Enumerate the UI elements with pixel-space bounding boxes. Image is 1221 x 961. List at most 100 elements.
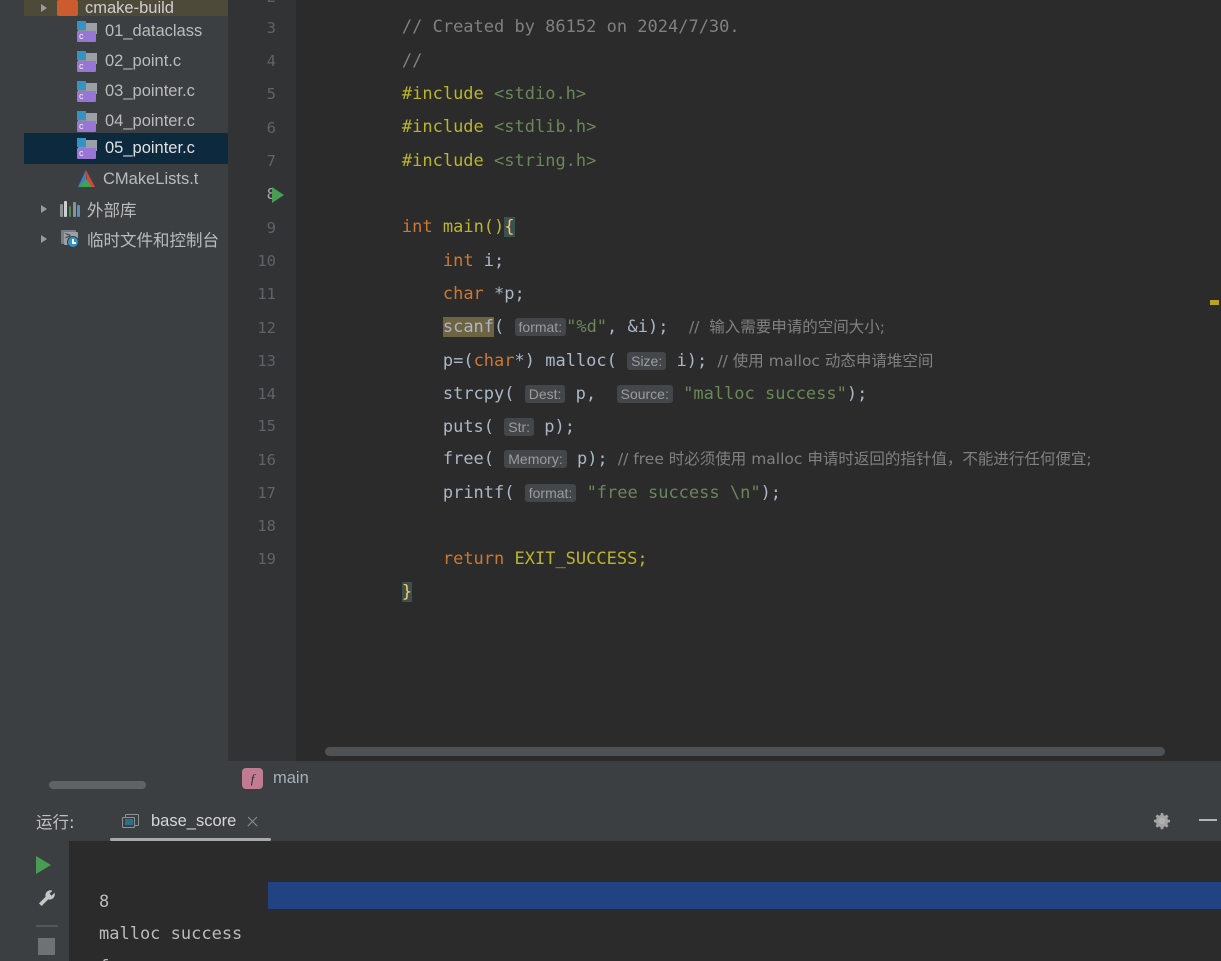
line-number: 8 [266, 185, 276, 203]
run-tool-window-header: 运行: base_score [24, 800, 1221, 841]
parameter-hint: Source: [616, 385, 673, 404]
code-token-function: printf( [442, 483, 525, 504]
line-number: 13 [257, 352, 276, 370]
console-line: free success [99, 951, 222, 961]
line-number: 10 [257, 252, 276, 270]
code-token-constant: EXIT_SUCCESS; [504, 549, 648, 570]
minimize-icon[interactable] [1199, 819, 1217, 821]
line-number: 4 [266, 52, 276, 70]
tree-row-label: 02_point.c [105, 51, 182, 70]
toolbar-separator [36, 925, 58, 927]
line-number: 12 [257, 319, 276, 337]
folder-icon [57, 0, 78, 16]
chevron-right-icon[interactable] [38, 2, 51, 15]
console-selection-highlight [268, 882, 1221, 909]
line-number: 18 [257, 517, 276, 535]
editor-horizontal-scrollbar[interactable] [325, 747, 1165, 756]
tree-row-label: 04_pointer.c [105, 111, 195, 130]
tool-window-strip [0, 0, 24, 795]
code-token-punct: ); [846, 384, 868, 405]
rerun-icon[interactable] [36, 856, 51, 874]
code-editor[interactable]: 2 3 4 5 6 7 8 9 10 11 12 13 14 15 16 17 … [228, 0, 1221, 795]
tree-row-label: 01_dataclass [105, 21, 203, 40]
c-file-icon: c [76, 50, 98, 72]
stop-icon[interactable] [38, 938, 55, 955]
tree-row-04-pointer[interactable]: c 04_pointer.c [24, 106, 228, 136]
editor-line-number-gutter[interactable]: 2 3 4 5 6 7 8 9 10 11 12 13 14 15 16 17 … [228, 0, 296, 761]
line-number: 17 [257, 484, 276, 502]
close-icon[interactable] [245, 815, 259, 829]
breadcrumb-label[interactable]: main [273, 769, 309, 788]
project-tree-horizontal-scrollbar[interactable] [49, 781, 146, 789]
code-token-punct: ); [760, 483, 782, 504]
c-file-icon: c [76, 20, 98, 42]
line-number: 16 [257, 451, 276, 469]
function-icon: f [242, 767, 263, 789]
code-token-string: "free success \n" [586, 483, 761, 504]
run-gutter-icon[interactable] [272, 187, 284, 203]
run-tab-base-score[interactable]: base_score [110, 802, 272, 841]
console-line: 8 [99, 892, 110, 912]
tree-row-cmake-build[interactable]: cmake-build [24, 0, 228, 17]
code-line-12: p=(char*) malloc( Size: i); // 使用 malloc… [320, 312, 934, 371]
line-number: 9 [266, 219, 276, 237]
code-line-2: // Created by 86152 on 2024/7/30. [320, 0, 740, 37]
code-line-11: scanf( format: "%d", &i); // 输入需要申请的空间大小; [320, 278, 885, 338]
run-toolbar[interactable] [24, 841, 69, 961]
editor-code-area[interactable]: // Created by 86152 on 2024/7/30. // #in… [296, 0, 1221, 761]
tree-row-label: 03_pointer.c [105, 81, 195, 100]
tree-row-label: CMakeLists.t [103, 169, 199, 188]
run-tool-window-title: 运行: [36, 812, 75, 832]
line-number: 3 [266, 19, 276, 37]
code-line-5: #include <stdlib.h> [320, 78, 597, 137]
chevron-right-icon[interactable] [38, 203, 51, 216]
cmake-icon [76, 169, 96, 189]
code-line-6: #include <string.h> [320, 112, 597, 171]
warning-marker[interactable] [1210, 300, 1219, 305]
console-clock-icon: > [60, 230, 80, 248]
code-token-header: <string.h> [494, 151, 597, 172]
code-line-14: puts( Str: p); [320, 378, 575, 437]
tree-row-02-point[interactable]: c 02_point.c [24, 46, 228, 76]
code-token-keyword: return [442, 549, 505, 570]
code-line-9: int i; [320, 212, 504, 271]
c-file-icon: c [76, 80, 98, 102]
ide-window: cmake-build c 01_dataclass c 02_point.c … [0, 0, 1221, 961]
run-console-output[interactable]: 8 malloc success free success [69, 841, 1221, 961]
console-line: malloc success [99, 924, 243, 944]
line-number: 6 [266, 119, 276, 137]
tree-row-01-dataclass[interactable]: c 01_dataclass [24, 16, 228, 46]
tree-row-03-pointer[interactable]: c 03_pointer.c [24, 76, 228, 106]
tree-row-external-libraries[interactable]: 外部库 [24, 194, 228, 224]
code-token-comment: // Created by 86152 on 2024/7/30. [401, 17, 740, 38]
code-line-19: } [320, 543, 413, 603]
code-token-brace: } [401, 582, 413, 603]
line-number: 11 [257, 285, 276, 303]
code-line-3: // [320, 12, 422, 71]
wrench-icon[interactable] [36, 888, 58, 910]
line-number: 7 [266, 152, 276, 170]
breadcrumb[interactable]: f main [228, 761, 1221, 795]
line-number: 5 [266, 85, 276, 103]
parameter-hint: format: [524, 484, 577, 503]
tree-row-cmakelists[interactable]: CMakeLists.t [24, 164, 228, 194]
code-line-4: #include <stdio.h> [320, 45, 586, 104]
run-config-icon [122, 813, 140, 830]
line-number: 14 [257, 385, 276, 403]
run-tool-window[interactable]: 运行: base_score 8 malloc success [24, 795, 1221, 961]
project-file-tree[interactable]: cmake-build c 01_dataclass c 02_point.c … [24, 0, 228, 795]
c-file-icon: c [76, 138, 98, 159]
tree-row-scratches-consoles[interactable]: > 临时文件和控制台 [24, 224, 228, 254]
library-icon [60, 201, 80, 217]
c-file-icon: c [76, 110, 98, 132]
tree-row-05-pointer[interactable]: c 05_pointer.c [24, 133, 228, 164]
chevron-right-icon[interactable] [38, 233, 51, 246]
code-line-15: free( Memory: p); // free 时必须使用 malloc 申… [320, 410, 1092, 469]
tree-row-label: 外部库 [87, 201, 137, 220]
tree-row-label: 临时文件和控制台 [87, 231, 219, 250]
editor-marker-gutter[interactable] [1207, 0, 1221, 761]
run-tab-label: base_score [151, 812, 237, 830]
bottom-left-strip [0, 795, 24, 961]
gear-icon[interactable] [1153, 812, 1171, 830]
line-number: 19 [257, 550, 276, 568]
